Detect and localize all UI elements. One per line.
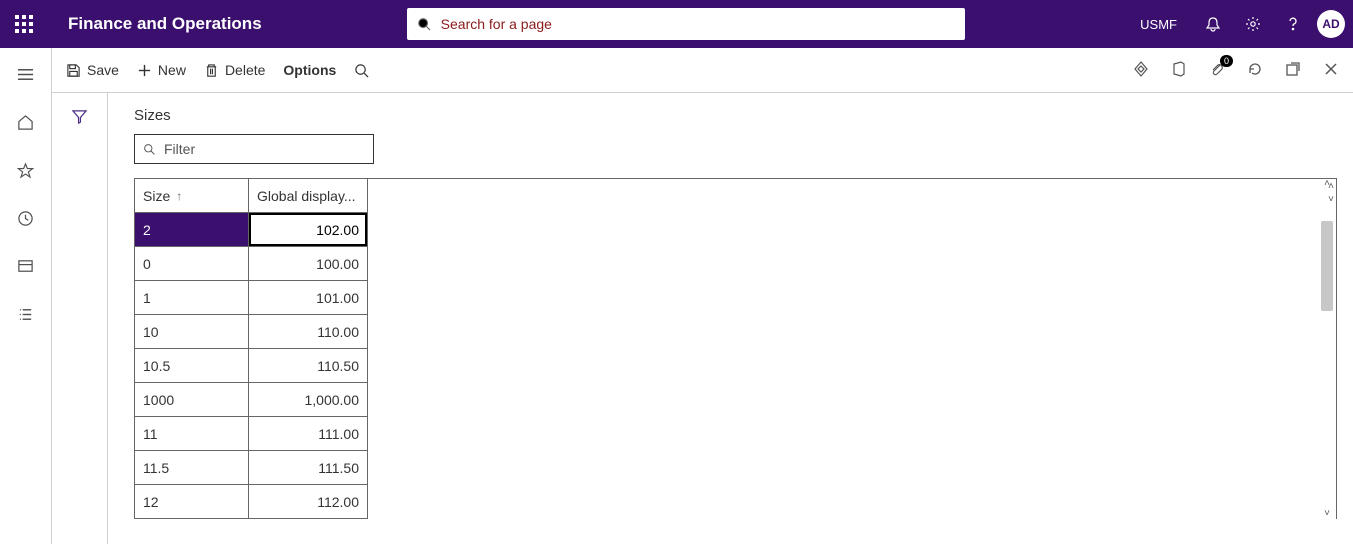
search-icon (417, 17, 431, 31)
nav-recent-button[interactable] (17, 210, 34, 230)
grid-blank-area: ˄ ˅ ˄ ˅ (368, 178, 1337, 519)
gear-icon (1245, 16, 1261, 32)
filter-pane-button[interactable] (52, 93, 108, 544)
app-title: Finance and Operations (68, 14, 262, 34)
column-header-size[interactable]: Size (135, 179, 249, 213)
delete-button[interactable]: Delete (204, 62, 265, 78)
table-row[interactable]: 0100.00 (135, 247, 367, 281)
hamburger-icon (17, 66, 34, 83)
help-button[interactable] (1273, 0, 1313, 48)
trash-icon (204, 63, 219, 78)
cell-size[interactable]: 2 (135, 213, 249, 247)
popout-icon (1285, 61, 1301, 77)
cell-size[interactable]: 12 (135, 485, 249, 519)
table-row[interactable]: 1101.00 (135, 281, 367, 315)
clock-icon (17, 210, 34, 227)
chevron-down-icon: ˅ (1324, 509, 1330, 519)
command-bar: Save New Delete Options (52, 48, 1353, 93)
column-header-display[interactable]: Global display... (249, 179, 367, 213)
refresh-button[interactable] (1247, 61, 1263, 80)
save-label: Save (87, 62, 119, 78)
cell-global-display[interactable]: 112.00 (249, 485, 367, 519)
cell-global-display[interactable]: 100.00 (249, 247, 367, 281)
popout-button[interactable] (1285, 61, 1301, 80)
home-icon (17, 114, 34, 131)
modules-icon (17, 306, 34, 323)
user-avatar[interactable]: AD (1317, 10, 1345, 38)
options-label: Options (283, 62, 336, 78)
command-bar-right: 0 (1133, 61, 1339, 80)
cell-global-display[interactable]: 101.00 (249, 281, 367, 315)
office-button[interactable] (1171, 61, 1187, 80)
settings-button[interactable] (1233, 0, 1273, 48)
search-icon (354, 63, 369, 78)
cell-size[interactable]: 1 (135, 281, 249, 315)
waffle-icon (15, 15, 33, 33)
find-button[interactable] (354, 63, 369, 78)
quick-filter[interactable] (134, 134, 374, 164)
global-header: Finance and Operations USMF AD (0, 0, 1353, 48)
data-grid: Size Global display... 20100.001101.0010… (134, 178, 368, 519)
cell-size[interactable]: 11.5 (135, 451, 249, 485)
nav-workspaces-button[interactable] (17, 258, 34, 278)
attachments-badge: 0 (1220, 55, 1233, 67)
table-row[interactable]: 11111.00 (135, 417, 367, 451)
table-row[interactable]: 10110.00 (135, 315, 367, 349)
star-icon (17, 162, 34, 179)
chevron-up-icon: ˄ (1324, 179, 1330, 189)
header-right: USMF AD (1140, 0, 1353, 48)
legal-entity[interactable]: USMF (1140, 17, 1177, 32)
quick-filter-input[interactable] (164, 141, 365, 157)
powerapps-icon (1133, 61, 1149, 77)
nav-favorites-button[interactable] (17, 162, 34, 182)
cell-editor-input[interactable] (249, 213, 367, 246)
table-row[interactable]: 2 (135, 213, 367, 247)
cell-size[interactable]: 0 (135, 247, 249, 281)
table-row[interactable]: 12112.00 (135, 485, 367, 519)
table-row[interactable]: 10001,000.00 (135, 383, 367, 417)
nav-home-button[interactable] (17, 114, 34, 134)
table-row[interactable]: 11.5111.50 (135, 451, 367, 485)
nav-rail (0, 48, 52, 544)
close-button[interactable] (1323, 61, 1339, 80)
cell-global-display[interactable]: 111.50 (249, 451, 367, 485)
cell-global-display[interactable]: 110.00 (249, 315, 367, 349)
cell-global-display[interactable] (249, 213, 367, 247)
workspace-icon (17, 258, 34, 275)
delete-label: Delete (225, 62, 265, 78)
scrollbar-thumb[interactable] (1321, 221, 1333, 311)
nav-expand-button[interactable] (17, 66, 34, 86)
global-search[interactable] (407, 8, 965, 40)
new-button[interactable]: New (137, 62, 186, 78)
cell-size[interactable]: 10 (135, 315, 249, 349)
refresh-icon (1247, 61, 1263, 77)
page-title: Sizes (134, 107, 1353, 124)
cell-size[interactable]: 10.5 (135, 349, 249, 383)
cell-global-display[interactable]: 1,000.00 (249, 383, 367, 417)
save-icon (66, 63, 81, 78)
vertical-scrollbar[interactable]: ˄ ˅ (1320, 179, 1334, 519)
app-launcher-button[interactable] (0, 0, 48, 48)
save-button[interactable]: Save (66, 62, 119, 78)
search-icon (143, 143, 156, 156)
search-input[interactable] (441, 16, 955, 32)
power-apps-button[interactable] (1133, 61, 1149, 80)
close-icon (1323, 61, 1339, 77)
cell-global-display[interactable]: 110.50 (249, 349, 367, 383)
funnel-icon (72, 109, 87, 124)
plus-icon (137, 63, 152, 78)
question-icon (1285, 16, 1301, 32)
attachments-button[interactable]: 0 (1209, 61, 1225, 80)
cell-size[interactable]: 11 (135, 417, 249, 451)
office-icon (1171, 61, 1187, 77)
bell-icon (1205, 16, 1221, 32)
new-label: New (158, 62, 186, 78)
cell-global-display[interactable]: 111.00 (249, 417, 367, 451)
content-area: Sizes Size Global display... 20100.00110… (52, 93, 1353, 544)
cell-size[interactable]: 1000 (135, 383, 249, 417)
table-row[interactable]: 10.5110.50 (135, 349, 367, 383)
options-button[interactable]: Options (283, 62, 336, 78)
notifications-button[interactable] (1193, 0, 1233, 48)
nav-modules-button[interactable] (17, 306, 34, 326)
